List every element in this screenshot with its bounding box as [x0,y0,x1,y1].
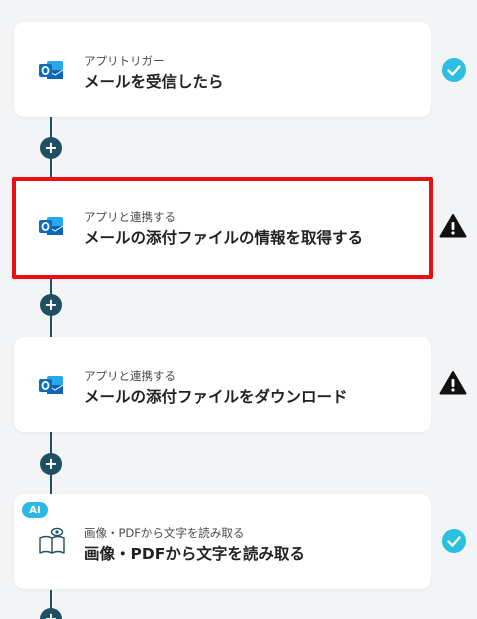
step-subtitle: 画像・PDFから文字を読み取る [84,526,245,540]
warning-icon [439,213,467,239]
warning-icon [439,370,467,396]
add-step-button[interactable]: + [40,453,62,475]
step-title: 画像・PDFから文字を読み取る [84,545,305,563]
outlook-icon [38,58,64,82]
step-card-trigger[interactable]: アプリトリガー メールを受信したら [14,22,431,117]
step-title: メールを受信したら [84,73,224,91]
add-step-button[interactable]: + [40,608,62,619]
outlook-icon [38,214,64,238]
add-step-button[interactable]: + [40,137,62,159]
step-card-ocr[interactable]: 画像・PDFから文字を読み取る 画像・PDFから文字を読み取る [14,494,431,589]
step-subtitle: アプリトリガー [84,54,165,68]
workflow-canvas: + + + + アプリトリガー メールを受信したら アプリと連携する メールの添… [0,0,477,619]
step-card-get-attachment-info[interactable]: アプリと連携する メールの添付ファイルの情報を取得する [12,177,433,279]
check-icon [441,57,467,83]
ai-badge: AI [22,502,48,518]
step-title: メールの添付ファイルをダウンロード [84,388,348,406]
step-title: メールの添付ファイルの情報を取得する [84,229,364,247]
step-card-download-attachment[interactable]: アプリと連携する メールの添付ファイルをダウンロード [14,337,431,432]
outlook-icon [38,373,64,397]
ocr-book-eye-icon [38,526,66,556]
check-icon [441,528,467,554]
step-subtitle: アプリと連携する [84,369,176,383]
step-subtitle: アプリと連携する [84,210,176,224]
add-step-button[interactable]: + [40,294,62,316]
